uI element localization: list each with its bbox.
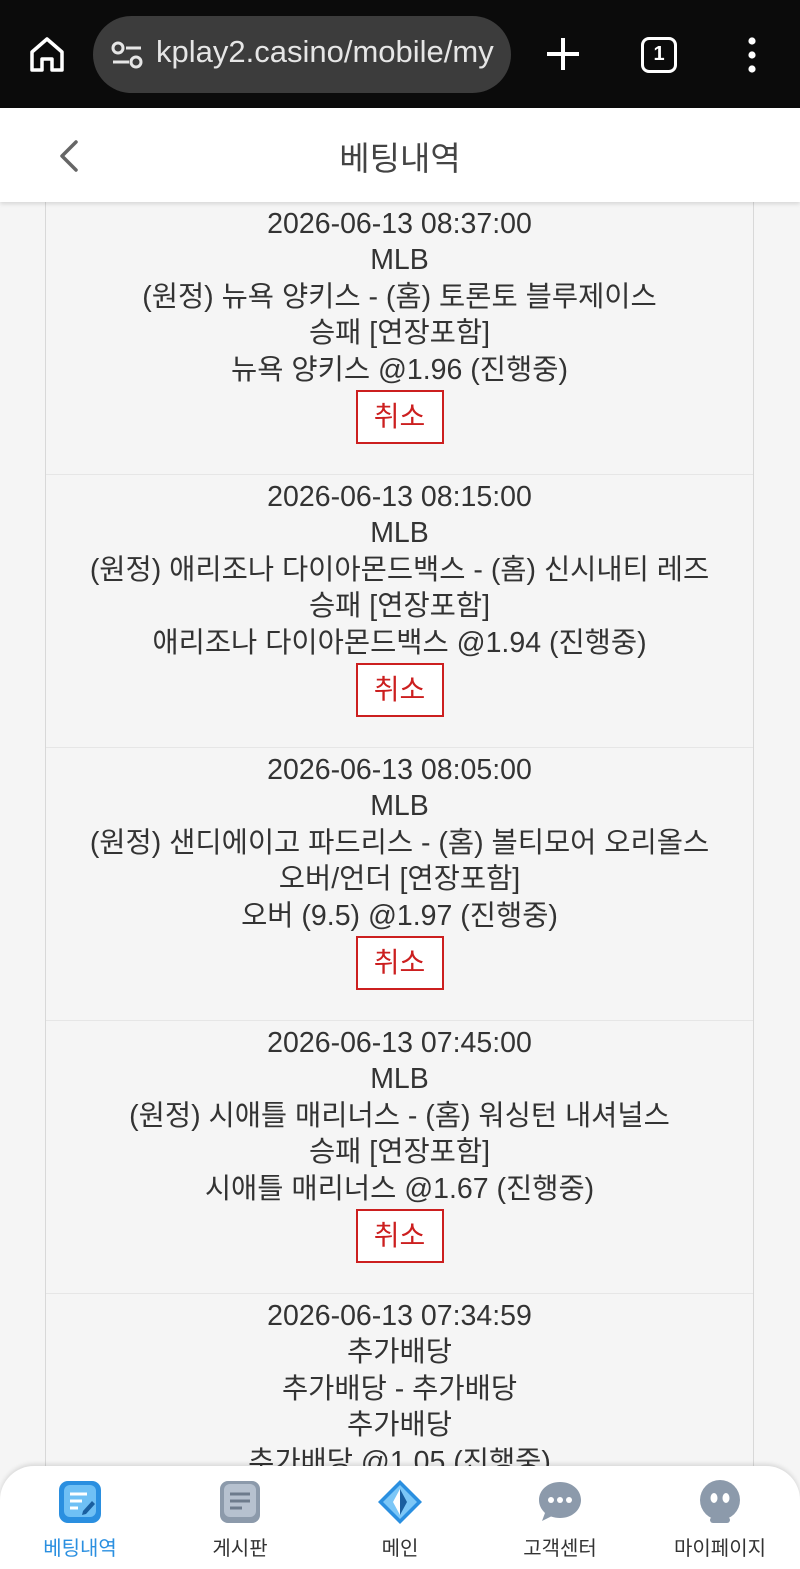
- bet-pick: 추가배당 @1.05 (진행중): [248, 1445, 551, 1466]
- bet-item: 2026-06-13 07:34:59 추가배당 추가배당 - 추가배당 추가배…: [46, 1294, 753, 1466]
- bet-item: 2026-06-13 07:45:00 MLB (원정) 시애틀 매리너스 - …: [46, 1021, 753, 1294]
- chat-bubble-icon: [539, 1482, 581, 1521]
- bet-datetime: 2026-06-13 08:37:00: [267, 208, 532, 240]
- bet-datetime: 2026-06-13 07:34:59: [267, 1300, 532, 1332]
- nav-label: 게시판: [212, 1536, 268, 1560]
- bet-history-content[interactable]: 2026-06-13 08:37:00 MLB (원정) 뉴욕 양키스 - (홈…: [0, 202, 800, 1466]
- browser-toolbar: kplay2.casino/mobile/my 1: [0, 0, 800, 108]
- board-icon: [220, 1481, 260, 1523]
- cancel-button[interactable]: 취소: [355, 936, 444, 991]
- bet-market: 추가배당: [347, 1409, 452, 1442]
- bet-league: MLB: [370, 790, 429, 823]
- bet-item: 2026-06-13 08:15:00 MLB (원정) 애리조나 다이아몬드백…: [46, 475, 753, 748]
- bet-league: 추가배당: [347, 1336, 452, 1369]
- cancel-button[interactable]: 취소: [355, 663, 444, 718]
- bet-datetime: 2026-06-13 08:05:00: [267, 754, 532, 786]
- cancel-button[interactable]: 취소: [355, 390, 444, 445]
- main-diamond-icon: [378, 1480, 422, 1524]
- site-settings-icon[interactable]: [111, 40, 143, 70]
- bet-market: 승패 [연장포함]: [308, 1136, 491, 1169]
- bet-league: MLB: [370, 244, 429, 277]
- page-header: 베팅내역: [0, 108, 800, 202]
- bet-market: 승패 [연장포함]: [308, 317, 491, 350]
- bottom-nav: 베팅내역 게시판 메인 고객센터 마이페이지: [0, 1466, 800, 1569]
- url-text[interactable]: kplay2.casino/mobile/my: [156, 34, 494, 70]
- nav-item-bet-history[interactable]: 베팅내역: [0, 1466, 160, 1569]
- bet-match: (원정) 애리조나 다이아몬드백스 - (홈) 신시내티 레즈: [89, 553, 710, 586]
- more-options-icon[interactable]: [743, 37, 761, 73]
- bet-pick: 오버 (9.5) @1.97 (진행중): [241, 899, 558, 932]
- bet-pick: 뉴욕 양키스 @1.96 (진행중): [231, 353, 568, 386]
- bet-match: (원정) 샌디에이고 파드리스 - (홈) 볼티모어 오리올스: [89, 826, 710, 859]
- bet-match: (원정) 뉴욕 양키스 - (홈) 토론토 블루제이스: [142, 280, 657, 313]
- nav-item-board[interactable]: 게시판: [160, 1466, 320, 1569]
- nav-label: 마이페이지: [674, 1536, 766, 1560]
- profile-face-icon: [700, 1480, 740, 1523]
- nav-item-my-page[interactable]: 마이페이지: [640, 1466, 800, 1569]
- bet-datetime: 2026-06-13 07:45:00: [267, 1027, 532, 1059]
- bet-market: 승패 [연장포함]: [308, 590, 491, 623]
- nav-item-customer-center[interactable]: 고객센터: [480, 1466, 640, 1569]
- bet-history-icon: [59, 1481, 101, 1523]
- nav-item-main[interactable]: 메인: [320, 1466, 480, 1569]
- address-bar[interactable]: kplay2.casino/mobile/my: [93, 16, 511, 93]
- bet-league: MLB: [370, 517, 429, 550]
- bet-list: 2026-06-13 08:37:00 MLB (원정) 뉴욕 양키스 - (홈…: [45, 202, 754, 1466]
- tab-switcher-button[interactable]: 1: [641, 37, 677, 73]
- bet-league: MLB: [370, 1063, 429, 1096]
- nav-label: 메인: [381, 1536, 419, 1560]
- bet-item: 2026-06-13 08:05:00 MLB (원정) 샌디에이고 파드리스 …: [46, 748, 753, 1021]
- nav-label: 고객센터: [523, 1536, 597, 1560]
- bet-pick: 시애틀 매리너스 @1.67 (진행중): [204, 1172, 595, 1205]
- new-tab-icon[interactable]: [543, 34, 583, 74]
- bet-match: 추가배당 - 추가배당: [281, 1372, 518, 1405]
- bet-market: 오버/언더 [연장포함]: [278, 863, 521, 896]
- bet-item: 2026-06-13 08:37:00 MLB (원정) 뉴욕 양키스 - (홈…: [46, 202, 753, 475]
- cancel-button[interactable]: 취소: [355, 1209, 444, 1264]
- bet-match: (원정) 시애틀 매리너스 - (홈) 워싱턴 내셔널스: [129, 1099, 670, 1132]
- home-icon[interactable]: [27, 34, 67, 74]
- page-title: 베팅내역: [339, 139, 461, 178]
- bet-datetime: 2026-06-13 08:15:00: [267, 481, 532, 513]
- nav-label: 베팅내역: [43, 1536, 117, 1560]
- bet-pick: 애리조나 다이아몬드백스 @1.94 (진행중): [152, 626, 647, 659]
